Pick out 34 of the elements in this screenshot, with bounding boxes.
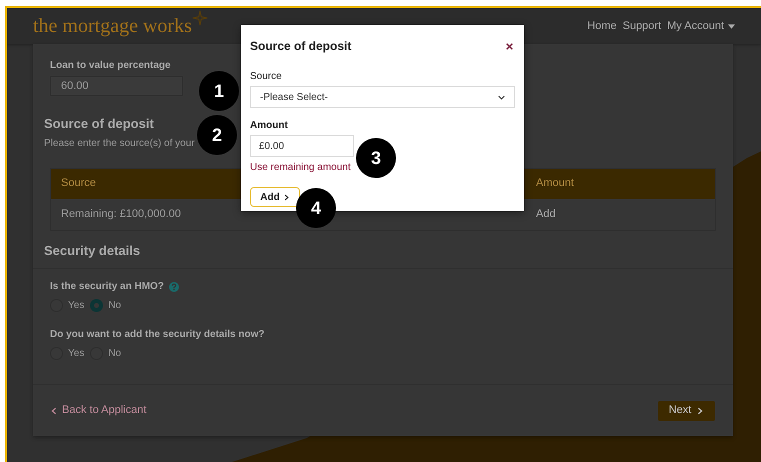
nav-link[interactable]: Support [622, 18, 662, 34]
radio-label: Yes [68, 347, 84, 361]
back-link[interactable]: Back to Applicant [50, 402, 146, 419]
next-button[interactable]: Next [658, 400, 715, 420]
question-label: Is the security an HMO? [50, 280, 164, 294]
ltv-field[interactable]: 60.00 [50, 76, 183, 96]
radio-label: No [108, 299, 122, 313]
modal-title: Source of deposit [250, 38, 352, 55]
logo-text[interactable]: the mortgage works [33, 16, 192, 36]
field-label: Source [250, 70, 283, 84]
column-header: Amount [536, 177, 574, 190]
question-label: Do you want to add the security details now? [50, 328, 264, 342]
nav-link[interactable]: Home [587, 18, 617, 34]
chevron-down-icon [498, 94, 505, 100]
source-select[interactable]: -Please Select- [250, 86, 515, 108]
field-label: Loan to value percentage [50, 59, 171, 73]
chevron-left-icon [50, 406, 58, 414]
add-link[interactable]: Add [536, 206, 556, 222]
close-icon[interactable] [506, 42, 513, 50]
chevron-right-icon [282, 194, 290, 200]
nav-link[interactable]: My Account [667, 18, 724, 34]
radio-label: Yes [68, 299, 84, 313]
help-icon[interactable] [168, 282, 179, 292]
field-label: Amount [250, 119, 289, 133]
radio-button[interactable] [90, 299, 104, 312]
amount-field[interactable]: £0.00 [250, 135, 354, 157]
star-icon [192, 10, 208, 26]
table-cell: Remaining: £100,000.00 [61, 208, 181, 220]
section-title: Source of deposit [44, 115, 154, 133]
section-description: Please enter the source(s) of your [44, 136, 195, 150]
column-header: Source [61, 177, 96, 190]
radio-label: No [108, 347, 122, 361]
section-title: Security details [44, 242, 140, 260]
chevron-right-icon [696, 406, 704, 414]
